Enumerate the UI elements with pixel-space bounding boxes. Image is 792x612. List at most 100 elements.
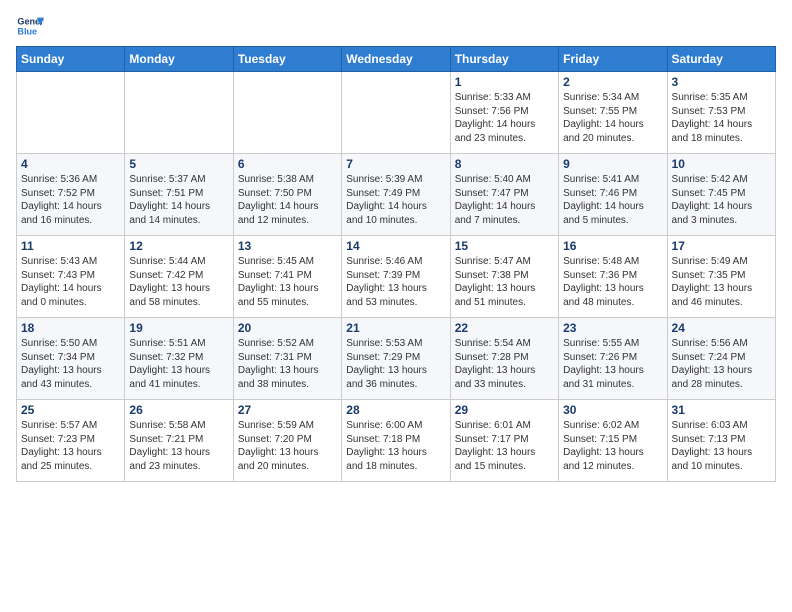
weekday-header: Thursday	[450, 47, 558, 72]
calendar-cell	[125, 72, 233, 154]
day-number: 7	[346, 157, 445, 171]
calendar-week-row: 11 Sunrise: 5:43 AMSunset: 7:43 PMDayligh…	[17, 236, 776, 318]
day-number: 18	[21, 321, 120, 335]
calendar-cell: 26 Sunrise: 5:58 AMSunset: 7:21 PMDayligh…	[125, 400, 233, 482]
calendar-cell: 8 Sunrise: 5:40 AMSunset: 7:47 PMDaylight…	[450, 154, 558, 236]
weekday-header: Saturday	[667, 47, 775, 72]
calendar-cell: 30Sunrise: 6:02 AMSunset: 7:15 PMDayligh…	[559, 400, 667, 482]
day-number: 9	[563, 157, 662, 171]
calendar-week-row: 1 Sunrise: 5:33 AMSunset: 7:56 PMDaylight…	[17, 72, 776, 154]
calendar-cell: 2Sunrise: 5:34 AMSunset: 7:55 PMDaylight…	[559, 72, 667, 154]
weekday-header: Monday	[125, 47, 233, 72]
day-info: Sunrise: 5:42 AMSunset: 7:45 PMDaylight:…	[672, 173, 771, 227]
day-info: Sunrise: 5:47 AMSunset: 7:38 PMDaylight:…	[455, 255, 554, 309]
calendar-week-row: 25Sunrise: 5:57 AMSunset: 7:23 PMDayligh…	[17, 400, 776, 482]
day-number: 24	[672, 321, 771, 335]
calendar-cell: 20Sunrise: 5:52 AMSunset: 7:31 PMDayligh…	[233, 318, 341, 400]
day-number: 4	[21, 157, 120, 171]
calendar-cell: 15 Sunrise: 5:47 AMSunset: 7:38 PMDayligh…	[450, 236, 558, 318]
calendar-cell: 22 Sunrise: 5:54 AMSunset: 7:28 PMDayligh…	[450, 318, 558, 400]
calendar-week-row: 4 Sunrise: 5:36 AMSunset: 7:52 PMDaylight…	[17, 154, 776, 236]
weekday-header: Tuesday	[233, 47, 341, 72]
calendar-cell: 25Sunrise: 5:57 AMSunset: 7:23 PMDayligh…	[17, 400, 125, 482]
calendar-cell: 10 Sunrise: 5:42 AMSunset: 7:45 PMDayligh…	[667, 154, 775, 236]
day-info: Sunrise: 5:44 AMSunset: 7:42 PMDaylight:…	[129, 255, 228, 309]
day-number: 23	[563, 321, 662, 335]
day-info: Sunrise: 5:39 AMSunset: 7:49 PMDaylight:…	[346, 173, 445, 227]
day-info: Sunrise: 5:43 AMSunset: 7:43 PMDaylight:…	[21, 255, 120, 309]
calendar-cell: 27 Sunrise: 5:59 AMSunset: 7:20 PMDayligh…	[233, 400, 341, 482]
day-info: Sunrise: 5:50 AMSunset: 7:34 PMDaylight:…	[21, 337, 120, 391]
calendar-cell: 24 Sunrise: 5:56 AMSunset: 7:24 PMDayligh…	[667, 318, 775, 400]
calendar-cell	[233, 72, 341, 154]
day-number: 14	[346, 239, 445, 253]
calendar-cell: 6 Sunrise: 5:38 AMSunset: 7:50 PMDaylight…	[233, 154, 341, 236]
day-info: Sunrise: 5:46 AMSunset: 7:39 PMDaylight:…	[346, 255, 445, 309]
calendar-header: SundayMondayTuesdayWednesdayThursdayFrid…	[17, 47, 776, 72]
day-info: Sunrise: 5:57 AMSunset: 7:23 PMDaylight:…	[21, 419, 120, 473]
calendar-cell: 4 Sunrise: 5:36 AMSunset: 7:52 PMDaylight…	[17, 154, 125, 236]
day-info: Sunrise: 6:03 AMSunset: 7:13 PMDaylight:…	[672, 419, 771, 473]
day-number: 26	[129, 403, 228, 417]
day-number: 1	[455, 75, 554, 89]
calendar-cell: 18 Sunrise: 5:50 AMSunset: 7:34 PMDayligh…	[17, 318, 125, 400]
calendar-cell: 31 Sunrise: 6:03 AMSunset: 7:13 PMDayligh…	[667, 400, 775, 482]
calendar-body: 1 Sunrise: 5:33 AMSunset: 7:56 PMDaylight…	[17, 72, 776, 482]
day-info: Sunrise: 5:58 AMSunset: 7:21 PMDaylight:…	[129, 419, 228, 473]
day-info: Sunrise: 5:45 AMSunset: 7:41 PMDaylight:…	[238, 255, 337, 309]
day-info: Sunrise: 5:37 AMSunset: 7:51 PMDaylight:…	[129, 173, 228, 227]
day-info: Sunrise: 5:56 AMSunset: 7:24 PMDaylight:…	[672, 337, 771, 391]
day-number: 13	[238, 239, 337, 253]
day-number: 15	[455, 239, 554, 253]
calendar-week-row: 18 Sunrise: 5:50 AMSunset: 7:34 PMDayligh…	[17, 318, 776, 400]
day-info: Sunrise: 5:59 AMSunset: 7:20 PMDaylight:…	[238, 419, 337, 473]
day-number: 22	[455, 321, 554, 335]
calendar-cell: 7 Sunrise: 5:39 AMSunset: 7:49 PMDaylight…	[342, 154, 450, 236]
calendar-cell: 1 Sunrise: 5:33 AMSunset: 7:56 PMDaylight…	[450, 72, 558, 154]
day-info: Sunrise: 5:41 AMSunset: 7:46 PMDaylight:…	[563, 173, 662, 227]
svg-text:Blue: Blue	[17, 26, 37, 36]
header: General Blue	[16, 12, 776, 40]
day-info: Sunrise: 5:38 AMSunset: 7:50 PMDaylight:…	[238, 173, 337, 227]
day-number: 12	[129, 239, 228, 253]
day-number: 5	[129, 157, 228, 171]
day-info: Sunrise: 5:48 AMSunset: 7:36 PMDaylight:…	[563, 255, 662, 309]
calendar-cell	[342, 72, 450, 154]
day-number: 20	[238, 321, 337, 335]
calendar-cell: 19 Sunrise: 5:51 AMSunset: 7:32 PMDayligh…	[125, 318, 233, 400]
day-info: Sunrise: 5:34 AMSunset: 7:55 PMDaylight:…	[563, 91, 662, 145]
calendar-cell: 16 Sunrise: 5:48 AMSunset: 7:36 PMDayligh…	[559, 236, 667, 318]
calendar-cell: 5 Sunrise: 5:37 AMSunset: 7:51 PMDaylight…	[125, 154, 233, 236]
day-number: 3	[672, 75, 771, 89]
day-info: Sunrise: 5:40 AMSunset: 7:47 PMDaylight:…	[455, 173, 554, 227]
calendar-cell: 9 Sunrise: 5:41 AMSunset: 7:46 PMDaylight…	[559, 154, 667, 236]
day-number: 19	[129, 321, 228, 335]
day-info: Sunrise: 5:36 AMSunset: 7:52 PMDaylight:…	[21, 173, 120, 227]
day-number: 11	[21, 239, 120, 253]
weekday-header: Sunday	[17, 47, 125, 72]
logo-icon: General Blue	[16, 12, 44, 40]
calendar-table: SundayMondayTuesdayWednesdayThursdayFrid…	[16, 46, 776, 482]
day-number: 29	[455, 403, 554, 417]
page: General Blue SundayMondayTuesdayWednesda…	[0, 0, 792, 490]
day-info: Sunrise: 5:51 AMSunset: 7:32 PMDaylight:…	[129, 337, 228, 391]
day-number: 10	[672, 157, 771, 171]
day-info: Sunrise: 6:02 AMSunset: 7:15 PMDaylight:…	[563, 419, 662, 473]
day-number: 27	[238, 403, 337, 417]
calendar-cell	[17, 72, 125, 154]
calendar-cell: 12 Sunrise: 5:44 AMSunset: 7:42 PMDayligh…	[125, 236, 233, 318]
weekday-header: Friday	[559, 47, 667, 72]
weekday-row: SundayMondayTuesdayWednesdayThursdayFrid…	[17, 47, 776, 72]
day-number: 21	[346, 321, 445, 335]
day-number: 17	[672, 239, 771, 253]
day-info: Sunrise: 5:33 AMSunset: 7:56 PMDaylight:…	[455, 91, 554, 145]
calendar-cell: 21Sunrise: 5:53 AMSunset: 7:29 PMDayligh…	[342, 318, 450, 400]
calendar-cell: 14 Sunrise: 5:46 AMSunset: 7:39 PMDayligh…	[342, 236, 450, 318]
day-number: 16	[563, 239, 662, 253]
day-info: Sunrise: 5:54 AMSunset: 7:28 PMDaylight:…	[455, 337, 554, 391]
day-info: Sunrise: 5:49 AMSunset: 7:35 PMDaylight:…	[672, 255, 771, 309]
day-number: 8	[455, 157, 554, 171]
day-info: Sunrise: 5:35 AMSunset: 7:53 PMDaylight:…	[672, 91, 771, 145]
day-number: 6	[238, 157, 337, 171]
day-number: 31	[672, 403, 771, 417]
